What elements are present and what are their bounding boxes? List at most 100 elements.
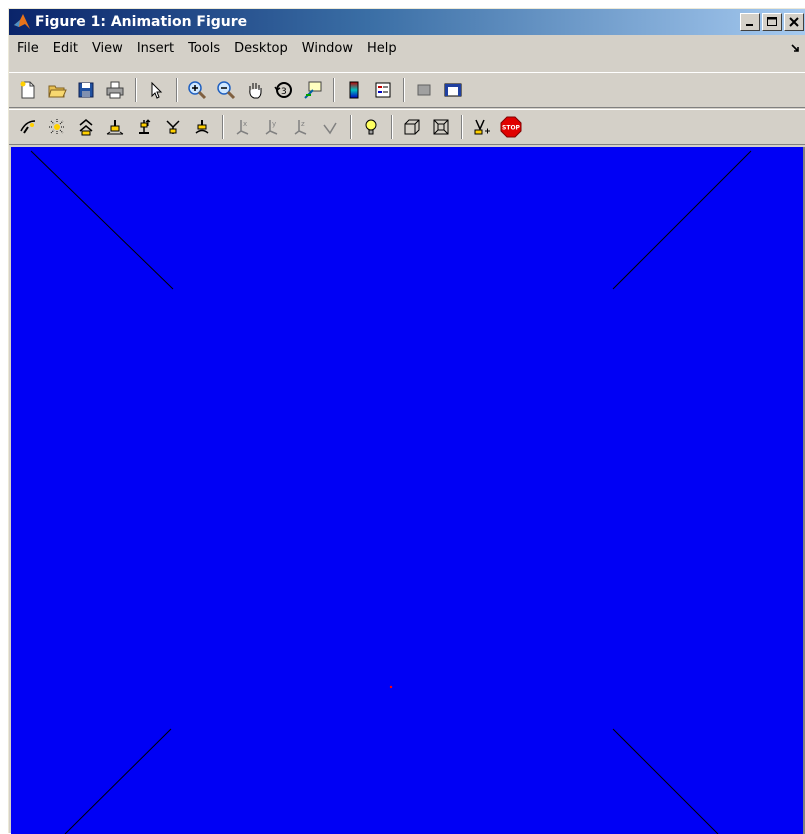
animation-plot xyxy=(30,150,752,834)
diagonal-line-bottom-left xyxy=(64,728,172,834)
principal-axis-y-button[interactable]: y xyxy=(259,114,285,140)
svg-text:z: z xyxy=(301,120,305,128)
maximize-icon xyxy=(767,17,777,26)
figure-window: Figure 1: Animation Figure File Edit Vie… xyxy=(8,8,805,834)
menu-view[interactable]: View xyxy=(85,41,130,56)
open-file-button[interactable] xyxy=(44,77,70,103)
principal-axis-y-icon: y xyxy=(265,120,278,135)
orbit-camera-icon xyxy=(20,120,36,134)
close-icon xyxy=(789,17,799,27)
hide-plot-tools-button[interactable] xyxy=(411,77,437,103)
title-bar[interactable]: Figure 1: Animation Figure xyxy=(9,9,805,35)
principal-axis-x-icon: x xyxy=(236,120,249,135)
open-file-icon xyxy=(48,85,67,98)
principal-axis-z-icon: z xyxy=(294,120,307,135)
diagonal-line-top-right xyxy=(612,150,752,290)
principal-axis-x-button[interactable]: x xyxy=(230,114,256,140)
dock-arrow-icon[interactable] xyxy=(790,42,802,54)
orbit-light-button[interactable] xyxy=(44,114,70,140)
toolbar-separator xyxy=(135,78,137,102)
zoom-camera-button[interactable] xyxy=(160,114,186,140)
no-principal-axis-icon xyxy=(323,122,337,135)
toggle-scene-light-icon xyxy=(365,119,377,135)
data-cursor-button[interactable] xyxy=(300,77,326,103)
menu-bar: File Edit View Insert Tools Desktop Wind… xyxy=(9,37,805,59)
svg-text:x: x xyxy=(243,120,247,128)
orthographic-projection-button[interactable] xyxy=(399,114,425,140)
toggle-scene-light-button[interactable] xyxy=(358,114,384,140)
toolbar-separator xyxy=(176,78,178,102)
show-plot-tools-icon xyxy=(444,83,462,97)
insert-legend-button[interactable] xyxy=(370,77,396,103)
pan-icon xyxy=(249,83,262,99)
print-button[interactable] xyxy=(102,77,128,103)
pan-tilt-camera-icon xyxy=(79,119,93,136)
menu-edit[interactable]: Edit xyxy=(46,41,85,56)
stop-camera-button[interactable]: STOP xyxy=(498,114,524,140)
pan-tilt-camera-button[interactable] xyxy=(73,114,99,140)
diagonal-line-bottom-right xyxy=(612,728,719,834)
menu-tools[interactable]: Tools xyxy=(181,41,227,56)
zoom-in-icon xyxy=(188,81,207,100)
zoom-camera-icon xyxy=(166,120,180,134)
svg-text:STOP: STOP xyxy=(502,125,521,132)
move-camera-forward-button[interactable] xyxy=(131,114,157,140)
stop-camera-icon: STOP xyxy=(500,116,522,138)
move-camera-horizontal-button[interactable] xyxy=(102,114,128,140)
reset-camera-icon xyxy=(474,119,490,135)
insert-colorbar-button[interactable] xyxy=(341,77,367,103)
maximize-button[interactable] xyxy=(762,13,782,31)
camera-toolbar: x y z STOP xyxy=(9,109,805,145)
hide-plot-tools-icon xyxy=(417,84,431,96)
principal-axis-z-button[interactable]: z xyxy=(288,114,314,140)
close-button[interactable] xyxy=(784,13,804,31)
toolbar-separator xyxy=(350,115,352,139)
figure-toolbar: 3 xyxy=(9,72,805,108)
orthographic-projection-icon xyxy=(404,119,420,135)
edit-plot-icon xyxy=(151,81,163,99)
new-figure-button[interactable] xyxy=(15,77,41,103)
move-camera-forward-icon xyxy=(139,119,151,134)
save-button[interactable] xyxy=(73,77,99,103)
matlab-logo-icon[interactable] xyxy=(13,13,31,31)
zoom-in-button[interactable] xyxy=(184,77,210,103)
no-principal-axis-button[interactable] xyxy=(317,114,343,140)
figure-canvas[interactable] xyxy=(11,147,805,834)
reset-camera-button[interactable] xyxy=(469,114,495,140)
new-figure-icon xyxy=(20,81,35,99)
menu-desktop[interactable]: Desktop xyxy=(227,41,295,56)
animated-point xyxy=(389,685,393,689)
caption-buttons xyxy=(740,13,804,31)
data-cursor-icon xyxy=(304,81,322,99)
perspective-projection-button[interactable] xyxy=(428,114,454,140)
window-title: Figure 1: Animation Figure xyxy=(35,14,248,30)
minimize-button[interactable] xyxy=(740,13,760,31)
toolbar-separator xyxy=(222,115,224,139)
menu-insert[interactable]: Insert xyxy=(130,41,181,56)
perspective-projection-icon xyxy=(433,119,449,135)
rotate-3d-button[interactable]: 3 xyxy=(271,77,297,103)
svg-text:3: 3 xyxy=(281,87,287,97)
save-icon xyxy=(78,82,94,98)
svg-text:y: y xyxy=(272,120,276,128)
rotate-3d-icon: 3 xyxy=(274,82,292,98)
diagonal-line-top-left xyxy=(30,150,174,290)
toolbar-separator xyxy=(391,115,393,139)
toolbar-separator xyxy=(403,78,405,102)
pan-button[interactable] xyxy=(242,77,268,103)
roll-camera-button[interactable] xyxy=(189,114,215,140)
edit-plot-button[interactable] xyxy=(143,77,169,103)
toolbar-separator xyxy=(333,78,335,102)
minimize-icon xyxy=(746,24,753,26)
menu-help[interactable]: Help xyxy=(360,41,404,56)
zoom-out-button[interactable] xyxy=(213,77,239,103)
insert-legend-icon xyxy=(375,82,391,98)
move-camera-horizontal-icon xyxy=(106,120,124,135)
show-plot-tools-button[interactable] xyxy=(440,77,466,103)
menu-window[interactable]: Window xyxy=(295,41,360,56)
roll-camera-icon xyxy=(195,120,209,134)
zoom-out-icon xyxy=(217,81,236,100)
menu-file[interactable]: File xyxy=(13,41,46,56)
orbit-camera-button[interactable] xyxy=(15,114,41,140)
toolbar-separator xyxy=(461,115,463,139)
